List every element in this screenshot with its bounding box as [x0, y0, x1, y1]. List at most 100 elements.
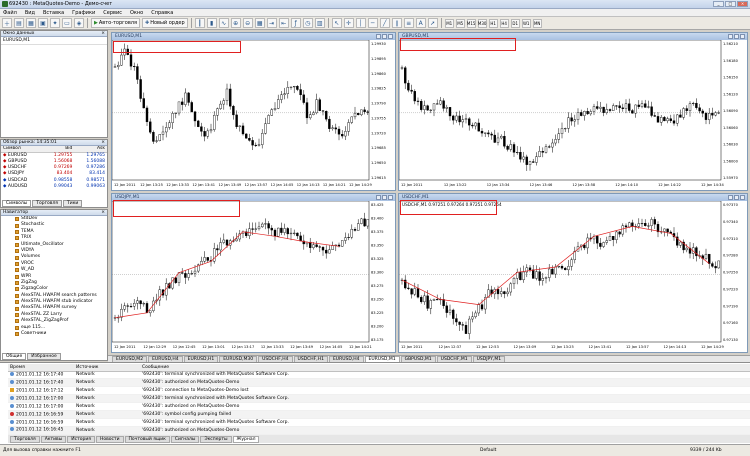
price-chart[interactable]: 83.425 83.400 83.375 83.350 83.325 83.300 83.2… [111, 200, 395, 352]
line-chart-icon[interactable]: ∿ [218, 18, 229, 28]
menu-insert[interactable]: Вставка [43, 10, 64, 16]
new-chart-icon[interactable]: ＋ [2, 18, 12, 28]
table-row[interactable]: 2011.01.12 16:16:59 Network '692430': symb… [8, 410, 750, 419]
chart-window-gbpusd[interactable]: GBPUSD,M1 1.56210 1.56180 1.56150 1.56120 1.… [398, 32, 748, 191]
menu-help[interactable]: Справка [151, 10, 173, 16]
timeframe-mn[interactable]: MN [532, 18, 542, 28]
toolbox-tab[interactable]: Торговля [10, 435, 40, 443]
column-source[interactable]: Источник [74, 364, 140, 372]
timeframe-m15[interactable]: M15 [466, 18, 476, 28]
table-row[interactable]: 2011.01.12 16:17:00 Network '692430': auth… [8, 402, 750, 411]
periods-icon[interactable]: ◷ [302, 18, 313, 28]
tab-favorites[interactable]: Избранное [27, 353, 61, 360]
minimize-icon[interactable] [728, 34, 733, 39]
toolbox-tab[interactable]: История [67, 435, 95, 443]
terminal-icon[interactable]: ▭ [62, 18, 72, 28]
close-icon[interactable] [740, 34, 745, 39]
arrow-icon[interactable]: ➚ [427, 18, 438, 28]
price-chart[interactable]: 0.97370 0.97340 0.97310 0.97280 0.97250 0.972… [398, 200, 747, 352]
navigator-item[interactable]: Советники [15, 331, 107, 337]
table-row[interactable]: ◆ AUDUSD 0.99043 0.99063 [1, 183, 107, 189]
table-row[interactable]: ◆ GBPUSD 1.56068 1.56088 [1, 158, 107, 164]
tab-symbols[interactable]: Символы [2, 200, 32, 207]
table-row[interactable]: ◆ EURUSD 1.29755 1.29765 [1, 152, 107, 158]
text-icon[interactable]: A [415, 18, 426, 28]
chart-window-eurusd[interactable]: EURUSD,M1 1.29930 1.29895 1.29860 1.29825 1.… [111, 32, 396, 191]
table-row[interactable]: 2011.01.12 16:16:59 Network '692430': term… [8, 418, 750, 427]
toolbox-tab[interactable]: Почтовый ящик [124, 435, 170, 443]
toolbox-tab[interactable]: Сигналы [170, 435, 200, 443]
autoscroll-icon[interactable]: ⇥ [266, 18, 277, 28]
price-chart[interactable]: 1.56210 1.56180 1.56150 1.56120 1.56090 1.560… [398, 39, 747, 190]
table-row[interactable]: 2011.01.12 16:16:45 Network '692430': auth… [8, 426, 750, 435]
table-row[interactable]: 2011.01.12 16:17:12 Network '692430': conn… [8, 386, 750, 396]
timeframe-m30[interactable]: M30 [477, 18, 487, 28]
menu-file[interactable]: Файл [3, 10, 17, 16]
maximize-button[interactable]: □ [725, 1, 736, 7]
minimize-icon[interactable] [376, 195, 381, 200]
navigator-icon[interactable]: ✦ [50, 18, 60, 28]
close-icon[interactable]: × [101, 31, 105, 37]
data-window-icon[interactable]: ▣ [38, 18, 48, 28]
fibo-icon[interactable]: ≡ [403, 18, 414, 28]
autotrade-button[interactable]: ▶ Авто-торговля [91, 18, 140, 28]
maximize-icon[interactable] [382, 34, 387, 39]
indicators-icon[interactable]: ƒ [290, 18, 301, 28]
toolbox-tab[interactable]: Активы [40, 435, 67, 443]
menu-view[interactable]: Вид [25, 10, 35, 16]
column-message[interactable]: Сообщение [140, 364, 750, 372]
cursor-icon[interactable]: ↖ [331, 18, 342, 28]
table-row[interactable]: ◆ USDCHF 0.97269 0.97286 [1, 165, 107, 171]
column-time[interactable]: Время [8, 364, 74, 372]
timeframe-h4[interactable]: H4 [499, 18, 509, 28]
zoom-out-icon[interactable]: ⊖ [242, 18, 253, 28]
table-row[interactable]: 2011.01.12 16:17:00 Network '692430': term… [8, 394, 750, 404]
horizontal-line-icon[interactable]: ─ [367, 18, 378, 28]
timeframe-m1[interactable]: M1 [444, 18, 454, 28]
close-icon[interactable] [388, 195, 393, 200]
market-watch-icon[interactable]: ▦ [26, 18, 36, 28]
zoom-in-icon[interactable]: ⊕ [230, 18, 241, 28]
chart-shift-icon[interactable]: ⇤ [278, 18, 289, 28]
toolbox-tab[interactable]: Эксперты [200, 435, 232, 443]
tester-icon[interactable]: ◈ [74, 18, 84, 28]
new-order-button[interactable]: ✚ Новый ордер [141, 18, 188, 28]
table-row[interactable]: 2011.01.12 16:17:40 Network '692430': term… [8, 371, 750, 380]
minimize-icon[interactable] [376, 34, 381, 39]
tab-trading[interactable]: Торговля [32, 200, 63, 207]
close-icon[interactable] [388, 34, 393, 39]
toolbox-tab[interactable]: Журнал [232, 435, 260, 443]
toolbox-tab[interactable]: Новости [95, 435, 124, 443]
templates-icon[interactable]: ▥ [314, 18, 325, 28]
timeframe-h1[interactable]: H1 [488, 18, 498, 28]
crosshair-icon[interactable]: ✛ [343, 18, 354, 28]
menu-tools[interactable]: Сервис [103, 10, 122, 16]
channel-icon[interactable]: ∥ [391, 18, 402, 28]
timeframe-d1[interactable]: D1 [510, 18, 520, 28]
close-icon[interactable]: × [101, 210, 105, 216]
maximize-icon[interactable] [734, 34, 739, 39]
menu-charts[interactable]: Графики [72, 10, 95, 16]
close-icon[interactable] [740, 195, 745, 200]
table-row[interactable]: 2011.01.12 16:17:40 Network '692430': auth… [8, 378, 750, 388]
maximize-icon[interactable] [382, 195, 387, 200]
timeframe-m5[interactable]: M5 [455, 18, 465, 28]
vertical-line-icon[interactable]: │ [355, 18, 366, 28]
trendline-icon[interactable]: ╱ [379, 18, 390, 28]
close-icon[interactable]: × [101, 140, 105, 146]
tile-windows-icon[interactable]: ▦ [254, 18, 265, 28]
tab-common[interactable]: Общие [2, 353, 27, 360]
profiles-icon[interactable]: ▤ [14, 18, 24, 28]
maximize-icon[interactable] [734, 195, 739, 200]
minimize-icon[interactable] [728, 195, 733, 200]
timeframe-w1[interactable]: W1 [521, 18, 531, 28]
candles-icon[interactable]: ▮ [206, 18, 217, 28]
table-row[interactable]: ◆ USDCAD 0.98558 0.98571 [1, 177, 107, 183]
chart-window-usdchf[interactable]: USDCHF,M1 0.97370 0.97340 0.97310 0.97280 0.… [398, 193, 748, 353]
close-button[interactable]: × [737, 1, 748, 7]
minimize-button[interactable]: _ [713, 1, 724, 7]
bar-chart-icon[interactable]: ┃ [194, 18, 205, 28]
tab-ticks[interactable]: Тики [63, 200, 83, 207]
price-chart[interactable]: 1.29930 1.29895 1.29860 1.29825 1.29790 1.297… [111, 39, 395, 190]
chart-window-usdjpy[interactable]: USDJPY,M1 83.425 83.400 83.375 83.350 83.325… [111, 193, 396, 353]
